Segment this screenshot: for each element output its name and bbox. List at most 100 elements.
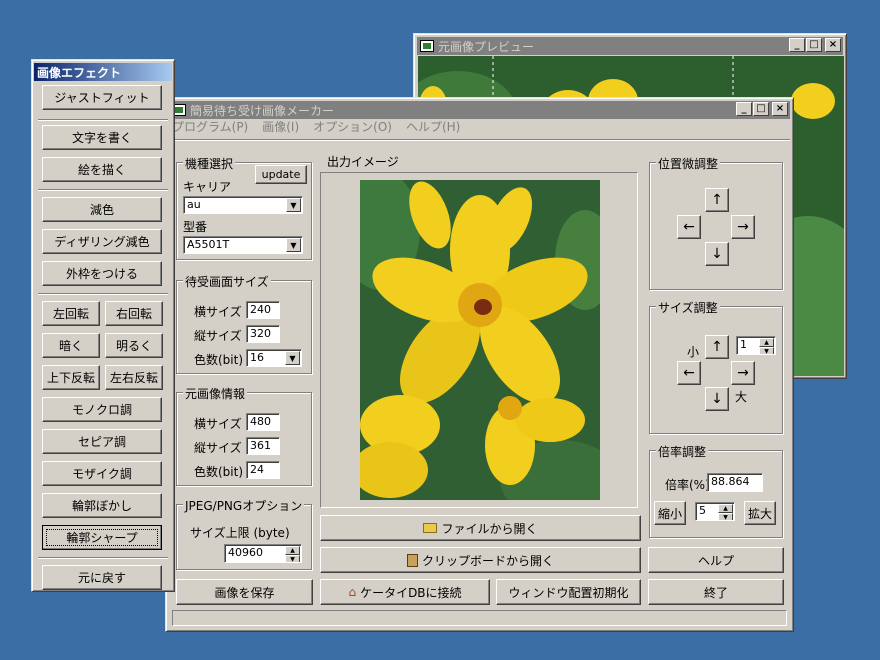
effects-window: 画像エフェクト ジャストフィット 文字を書く 絵を描く 減色 ディザリング減色 … bbox=[31, 59, 175, 592]
status-bar bbox=[172, 610, 787, 626]
size-right-button[interactable]: → bbox=[731, 361, 755, 385]
screen-width-field[interactable]: 240 bbox=[246, 301, 280, 319]
help-button[interactable]: ヘルプ bbox=[648, 547, 784, 573]
spinner-arrows[interactable]: ▲ ▼ bbox=[285, 546, 300, 562]
menu-bar: プログラム(P) 画像(I) オプション(O) ヘルプ(H) bbox=[170, 118, 460, 136]
jpeg-options-label: JPEG/PNGオプション bbox=[183, 497, 305, 514]
screen-color-select[interactable]: 16 ▼ bbox=[246, 349, 302, 367]
preview-titlebar[interactable]: 元画像プレビュー _ □ × bbox=[417, 37, 843, 55]
dither-reduce-button[interactable]: ディザリング減色 bbox=[42, 229, 162, 254]
original-info-label: 元画像情報 bbox=[183, 385, 248, 402]
blur-edges-button[interactable]: 輪郭ぼかし bbox=[42, 493, 162, 518]
effects-title: 画像エフェクト bbox=[37, 65, 122, 80]
chevron-down-icon[interactable]: ▼ bbox=[285, 351, 300, 365]
clipboard-icon bbox=[406, 553, 418, 567]
spinner-arrows[interactable]: ▲ ▼ bbox=[718, 504, 733, 520]
main-titlebar[interactable]: 簡易待ち受け画像メーカー _ □ × bbox=[169, 101, 790, 119]
enlarge-button[interactable]: 拡大 bbox=[744, 501, 776, 525]
minimize-button[interactable]: _ bbox=[736, 102, 752, 116]
original-width-field: 480 bbox=[246, 413, 280, 431]
connect-db-label: ケータイDBに接続 bbox=[360, 585, 462, 600]
screen-height-field[interactable]: 320 bbox=[246, 325, 280, 343]
zoom-field[interactable]: 88.864 bbox=[707, 473, 763, 492]
carrier-value: au bbox=[187, 198, 201, 211]
save-image-button[interactable]: 画像を保存 bbox=[176, 579, 313, 605]
move-right-button[interactable]: → bbox=[731, 215, 755, 239]
rotate-left-button[interactable]: 左回転 bbox=[42, 301, 100, 326]
screen-size-label: 待受画面サイズ bbox=[183, 273, 271, 290]
model-group-label: 機種選択 bbox=[183, 155, 236, 172]
darken-button[interactable]: 暗く bbox=[42, 333, 100, 358]
close-button[interactable]: × bbox=[825, 38, 841, 52]
flip-horizontal-button[interactable]: 左右反転 bbox=[105, 365, 163, 390]
maximize-button[interactable]: □ bbox=[806, 38, 822, 52]
menu-program[interactable]: プログラム(P) bbox=[172, 118, 248, 136]
menu-options[interactable]: オプション(O) bbox=[313, 118, 392, 136]
update-button[interactable]: update bbox=[255, 165, 307, 184]
chevron-down-icon[interactable]: ▼ bbox=[286, 238, 301, 252]
app-icon bbox=[420, 40, 434, 52]
open-clipboard-label: クリップボードから開く bbox=[421, 553, 554, 568]
add-border-button[interactable]: 外枠をつける bbox=[42, 261, 162, 286]
carrier-label: キャリア bbox=[183, 180, 232, 194]
menu-divider bbox=[169, 139, 790, 141]
sharpen-edges-button[interactable]: 輪郭シャープ bbox=[42, 525, 162, 550]
menu-help[interactable]: ヘルプ(H) bbox=[406, 118, 460, 136]
effects-titlebar[interactable]: 画像エフェクト bbox=[34, 63, 172, 81]
sepia-button[interactable]: セピア調 bbox=[42, 429, 162, 454]
position-group: 位置微調整 bbox=[649, 155, 783, 290]
divider bbox=[38, 189, 168, 191]
mosaic-button[interactable]: モザイク調 bbox=[42, 461, 162, 486]
flip-vertical-button[interactable]: 上下反転 bbox=[42, 365, 100, 390]
screen-color-label: 色数(bit) bbox=[194, 353, 244, 367]
output-label: 出力イメージ bbox=[327, 155, 399, 169]
draw-button[interactable]: 絵を描く bbox=[42, 157, 162, 182]
close-button[interactable]: × bbox=[772, 102, 788, 116]
reduce-color-button[interactable]: 減色 bbox=[42, 197, 162, 222]
size-group: サイズ調整 bbox=[649, 299, 783, 434]
carrier-select[interactable]: au ▼ bbox=[183, 196, 303, 214]
main-title: 簡易待ち受け画像メーカー bbox=[190, 103, 335, 118]
open-file-label: ファイルから開く bbox=[441, 521, 538, 536]
original-height-label: 縦サイズ bbox=[194, 441, 242, 455]
open-file-button[interactable]: ファイルから開く bbox=[320, 515, 641, 541]
original-height-field: 361 bbox=[246, 437, 280, 455]
move-down-button[interactable]: ↓ bbox=[705, 242, 729, 266]
exit-button[interactable]: 終了 bbox=[648, 579, 784, 605]
monochrome-button[interactable]: モノクロ調 bbox=[42, 397, 162, 422]
rotate-right-button[interactable]: 右回転 bbox=[105, 301, 163, 326]
size-up-button[interactable]: ↑ bbox=[705, 335, 729, 359]
open-clipboard-button[interactable]: クリップボードから開く bbox=[320, 547, 641, 573]
shrink-button[interactable]: 縮小 bbox=[654, 501, 686, 525]
size-step-value: 1 bbox=[740, 338, 747, 351]
minimize-button[interactable]: _ bbox=[789, 38, 805, 52]
just-fit-button[interactable]: ジャストフィット bbox=[42, 85, 162, 110]
undo-button[interactable]: 元に戻す bbox=[42, 565, 162, 590]
reset-layout-button[interactable]: ウィンドウ配置初期化 bbox=[496, 579, 641, 605]
zoom-group-label: 倍率調整 bbox=[656, 443, 709, 460]
zoom-step-spinner[interactable]: 5 ▲ ▼ bbox=[695, 502, 735, 521]
size-down-button[interactable]: ↓ bbox=[705, 387, 729, 411]
maximize-button[interactable]: □ bbox=[753, 102, 769, 116]
connect-db-button[interactable]: ⌂ ケータイDBに接続 bbox=[320, 579, 490, 605]
write-text-button[interactable]: 文字を書く bbox=[42, 125, 162, 150]
move-left-button[interactable]: ← bbox=[677, 215, 701, 239]
preview-title: 元画像プレビュー bbox=[438, 39, 535, 54]
model-select[interactable]: A5501T ▼ bbox=[183, 236, 303, 254]
screen-color-value: 16 bbox=[250, 351, 264, 364]
move-up-button[interactable]: ↑ bbox=[705, 188, 729, 212]
original-color-label: 色数(bit) bbox=[194, 465, 244, 479]
size-group-label: サイズ調整 bbox=[656, 299, 720, 316]
original-width-label: 横サイズ bbox=[194, 417, 242, 431]
size-limit-spinner[interactable]: 40960 ▲ ▼ bbox=[224, 544, 302, 563]
size-step-spinner[interactable]: 1 ▲ ▼ bbox=[736, 336, 776, 355]
menu-image[interactable]: 画像(I) bbox=[262, 118, 299, 136]
divider bbox=[38, 557, 168, 559]
size-small-label: 小 bbox=[687, 345, 700, 359]
zoom-label: 倍率(%) bbox=[665, 478, 710, 492]
size-limit-label: サイズ上限 (byte) bbox=[190, 526, 290, 540]
spinner-arrows[interactable]: ▲ ▼ bbox=[759, 338, 774, 354]
chevron-down-icon[interactable]: ▼ bbox=[286, 198, 301, 212]
size-left-button[interactable]: ← bbox=[677, 361, 701, 385]
brighten-button[interactable]: 明るく bbox=[105, 333, 163, 358]
